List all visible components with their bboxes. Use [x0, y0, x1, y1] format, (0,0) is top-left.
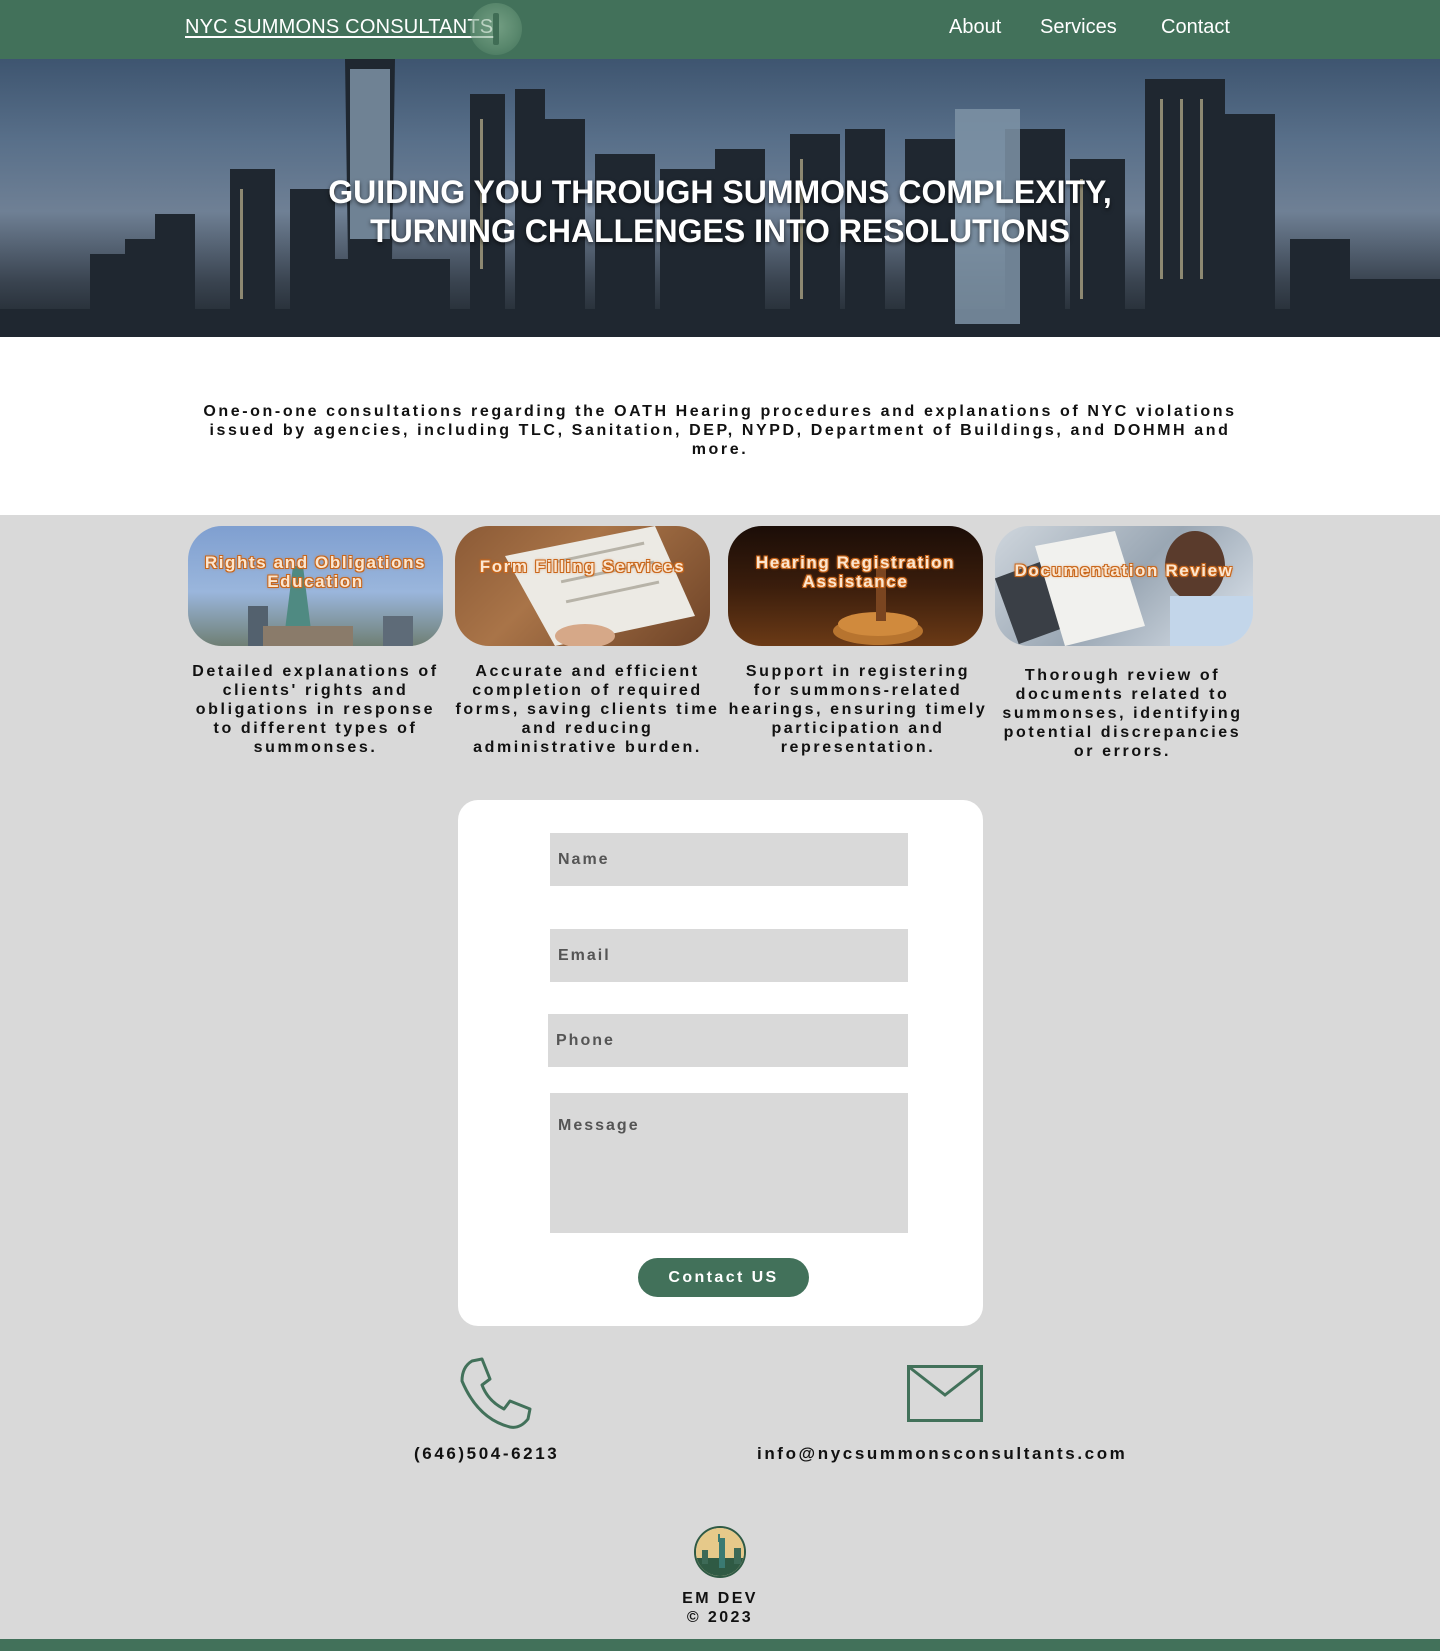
footer-bar — [0, 1639, 1440, 1651]
intro-text: One-on-one consultations regarding the O… — [203, 403, 1237, 458]
service-card-description: Accurate and efficient completion of req… — [455, 663, 720, 756]
statue-of-liberty-logo-icon — [470, 3, 522, 55]
service-card-title: Documentation Review — [1014, 561, 1234, 580]
service-card-title: Hearing Registration Assistance — [755, 553, 956, 591]
email-address[interactable]: info@nycsummonsconsultants.com — [757, 1444, 1127, 1464]
phone-number[interactable]: (646)504-6213 — [414, 1444, 559, 1464]
phone-input[interactable] — [548, 1014, 908, 1067]
message-textarea[interactable] — [550, 1093, 908, 1233]
service-card-image-rights: Rights and Obligations Education — [188, 526, 443, 646]
service-card-title: Form Filling Services — [479, 557, 686, 576]
service-card-description: Thorough review of documents related to … — [1002, 667, 1243, 760]
document-review-photo — [995, 531, 1253, 646]
email-input[interactable] — [550, 929, 908, 982]
service-card-description: Support in registering for summons-relat… — [728, 663, 988, 756]
service-card-description: Detailed explanations of clients' rights… — [192, 663, 439, 756]
service-card-image-forms: Form Filling Services — [455, 526, 710, 646]
nav-contact[interactable]: Contact — [1161, 16, 1230, 39]
footer-credit: EM DEV — [682, 1590, 758, 1607]
intro-section: One-on-one consultations regarding the O… — [0, 337, 1440, 515]
phone-icon — [460, 1357, 532, 1429]
brand-link[interactable]: NYC SUMMONS CONSULTANTS — [185, 16, 493, 39]
hero-title-line-1: GUIDING YOU THROUGH SUMMONS COMPLEXITY, — [328, 174, 1112, 210]
name-input[interactable] — [550, 833, 908, 886]
top-navigation-bar: NYC SUMMONS CONSULTANTS About Services C… — [0, 0, 1440, 59]
footer-copyright: © 2023 — [686, 1609, 754, 1626]
nav-services[interactable]: Services — [1040, 16, 1117, 39]
service-card-image-documentation: Documentation Review — [995, 526, 1253, 646]
hero-banner: GUIDING YOU THROUGH SUMMONS COMPLEXITY, … — [0, 59, 1440, 337]
service-card-title: Rights and Obligations Education — [204, 553, 427, 591]
service-card-image-hearing: Hearing Registration Assistance — [728, 526, 983, 646]
envelope-icon — [907, 1365, 983, 1422]
contact-us-button[interactable]: Contact US — [638, 1258, 809, 1297]
statue-of-liberty-logo-icon — [694, 1526, 746, 1578]
form-paperwork-photo — [505, 526, 695, 646]
hero-title: GUIDING YOU THROUGH SUMMONS COMPLEXITY, … — [0, 173, 1440, 251]
hero-title-line-2: TURNING CHALLENGES INTO RESOLUTIONS — [370, 213, 1070, 249]
nav-about[interactable]: About — [949, 16, 1001, 39]
